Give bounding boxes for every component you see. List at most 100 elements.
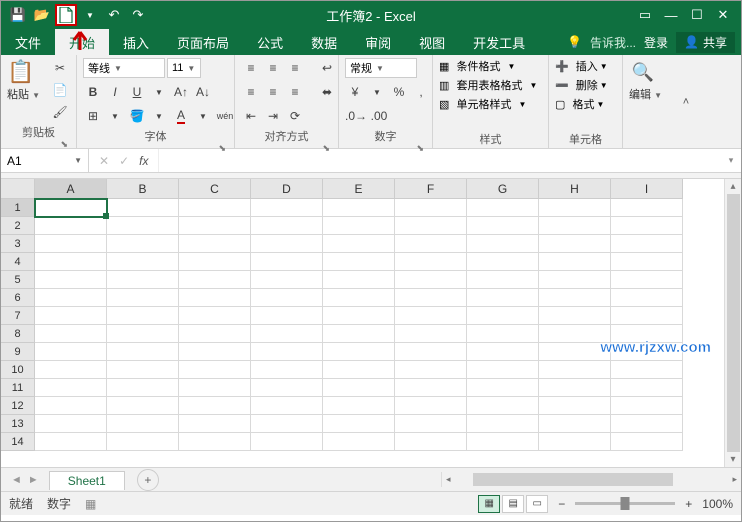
fill-menu-icon[interactable]: ▼ bbox=[149, 106, 169, 126]
cell-E9[interactable] bbox=[323, 343, 395, 361]
fill-color-icon[interactable]: 🪣 bbox=[127, 106, 147, 126]
align-top-icon[interactable]: ≡ bbox=[241, 58, 261, 78]
format-cells-button[interactable]: ▢ 格式▼ bbox=[555, 96, 608, 112]
cell-A1[interactable] bbox=[35, 199, 107, 217]
select-all-cell[interactable] bbox=[1, 179, 35, 199]
tell-me-search[interactable]: 告诉我... bbox=[590, 34, 636, 51]
cell-E8[interactable] bbox=[323, 325, 395, 343]
cell-C5[interactable] bbox=[179, 271, 251, 289]
zoom-out-button[interactable]: − bbox=[558, 497, 565, 511]
cell-G8[interactable] bbox=[467, 325, 539, 343]
sheet-nav-next-icon[interactable]: ► bbox=[28, 474, 39, 486]
cell-B5[interactable] bbox=[107, 271, 179, 289]
align-left-icon[interactable]: ≡ bbox=[241, 82, 261, 102]
cell-B3[interactable] bbox=[107, 235, 179, 253]
cell-H3[interactable] bbox=[539, 235, 611, 253]
row-header-7[interactable]: 7 bbox=[1, 307, 35, 325]
cell-H10[interactable] bbox=[539, 361, 611, 379]
cell-A11[interactable] bbox=[35, 379, 107, 397]
scroll-right-icon[interactable]: ▸ bbox=[728, 474, 741, 485]
col-header-F[interactable]: F bbox=[395, 179, 467, 199]
align-right-icon[interactable]: ≡ bbox=[285, 82, 305, 102]
cell-I14[interactable] bbox=[611, 433, 683, 451]
cell-E12[interactable] bbox=[323, 397, 395, 415]
decrease-font-icon[interactable]: A↓ bbox=[193, 82, 213, 102]
row-header-4[interactable]: 4 bbox=[1, 253, 35, 271]
decrease-indent-icon[interactable]: ⇤ bbox=[241, 106, 261, 126]
align-middle-icon[interactable]: ≡ bbox=[263, 58, 283, 78]
enter-formula-icon[interactable]: ✓ bbox=[119, 154, 129, 168]
cell-G1[interactable] bbox=[467, 199, 539, 217]
cell-E7[interactable] bbox=[323, 307, 395, 325]
cell-F7[interactable] bbox=[395, 307, 467, 325]
cell-E1[interactable] bbox=[323, 199, 395, 217]
sheet-tab-1[interactable]: Sheet1 bbox=[49, 471, 125, 490]
page-break-view-icon[interactable]: ▭ bbox=[526, 495, 548, 513]
cell-A6[interactable] bbox=[35, 289, 107, 307]
font-color-menu-icon[interactable]: ▼ bbox=[193, 106, 213, 126]
comma-icon[interactable]: , bbox=[411, 82, 431, 102]
number-format-combo[interactable]: 常规▼ bbox=[345, 58, 417, 78]
wrap-text-icon[interactable]: ↩ bbox=[317, 58, 337, 78]
borders-menu-icon[interactable]: ▼ bbox=[105, 106, 125, 126]
cell-D1[interactable] bbox=[251, 199, 323, 217]
cell-G9[interactable] bbox=[467, 343, 539, 361]
row-header-11[interactable]: 11 bbox=[1, 379, 35, 397]
zoom-level[interactable]: 100% bbox=[702, 497, 733, 511]
hscroll-thumb[interactable] bbox=[473, 473, 673, 486]
zoom-slider[interactable] bbox=[575, 502, 675, 505]
col-header-B[interactable]: B bbox=[107, 179, 179, 199]
formula-input[interactable] bbox=[159, 149, 721, 172]
cell-F4[interactable] bbox=[395, 253, 467, 271]
tab-review[interactable]: 审阅 bbox=[351, 29, 405, 55]
cell-E10[interactable] bbox=[323, 361, 395, 379]
cell-A13[interactable] bbox=[35, 415, 107, 433]
cell-G13[interactable] bbox=[467, 415, 539, 433]
cell-D7[interactable] bbox=[251, 307, 323, 325]
cut-icon[interactable]: ✂ bbox=[50, 58, 70, 78]
cell-I2[interactable] bbox=[611, 217, 683, 235]
cell-B6[interactable] bbox=[107, 289, 179, 307]
cell-F5[interactable] bbox=[395, 271, 467, 289]
underline-button[interactable]: U bbox=[127, 82, 147, 102]
cell-C12[interactable] bbox=[179, 397, 251, 415]
cell-H2[interactable] bbox=[539, 217, 611, 235]
cell-H12[interactable] bbox=[539, 397, 611, 415]
cell-C2[interactable] bbox=[179, 217, 251, 235]
ribbon-options-icon[interactable]: ▭ bbox=[633, 4, 657, 26]
cell-C14[interactable] bbox=[179, 433, 251, 451]
row-header-10[interactable]: 10 bbox=[1, 361, 35, 379]
cell-E11[interactable] bbox=[323, 379, 395, 397]
cell-I1[interactable] bbox=[611, 199, 683, 217]
paste-button[interactable]: 📋 粘贴 ▼ bbox=[7, 58, 46, 118]
col-header-E[interactable]: E bbox=[323, 179, 395, 199]
cell-B13[interactable] bbox=[107, 415, 179, 433]
col-header-C[interactable]: C bbox=[179, 179, 251, 199]
row-header-8[interactable]: 8 bbox=[1, 325, 35, 343]
col-header-I[interactable]: I bbox=[611, 179, 683, 199]
cell-F3[interactable] bbox=[395, 235, 467, 253]
vertical-scrollbar[interactable]: ▴ ▾ bbox=[724, 179, 741, 467]
cell-B1[interactable] bbox=[107, 199, 179, 217]
cell-B12[interactable] bbox=[107, 397, 179, 415]
cell-H13[interactable] bbox=[539, 415, 611, 433]
cell-I6[interactable] bbox=[611, 289, 683, 307]
cell-D5[interactable] bbox=[251, 271, 323, 289]
cell-D4[interactable] bbox=[251, 253, 323, 271]
cell-E4[interactable] bbox=[323, 253, 395, 271]
increase-font-icon[interactable]: A↑ bbox=[171, 82, 191, 102]
cell-A4[interactable] bbox=[35, 253, 107, 271]
cell-B7[interactable] bbox=[107, 307, 179, 325]
cell-I7[interactable] bbox=[611, 307, 683, 325]
cell-H7[interactable] bbox=[539, 307, 611, 325]
cell-G5[interactable] bbox=[467, 271, 539, 289]
redo-icon[interactable]: ↷ bbox=[127, 4, 149, 26]
underline-menu-icon[interactable]: ▼ bbox=[149, 82, 169, 102]
cell-I5[interactable] bbox=[611, 271, 683, 289]
row-header-5[interactable]: 5 bbox=[1, 271, 35, 289]
cell-E2[interactable] bbox=[323, 217, 395, 235]
cell-I11[interactable] bbox=[611, 379, 683, 397]
cell-C7[interactable] bbox=[179, 307, 251, 325]
cell-B8[interactable] bbox=[107, 325, 179, 343]
insert-cells-button[interactable]: ➕ 插入▼ bbox=[555, 58, 608, 74]
